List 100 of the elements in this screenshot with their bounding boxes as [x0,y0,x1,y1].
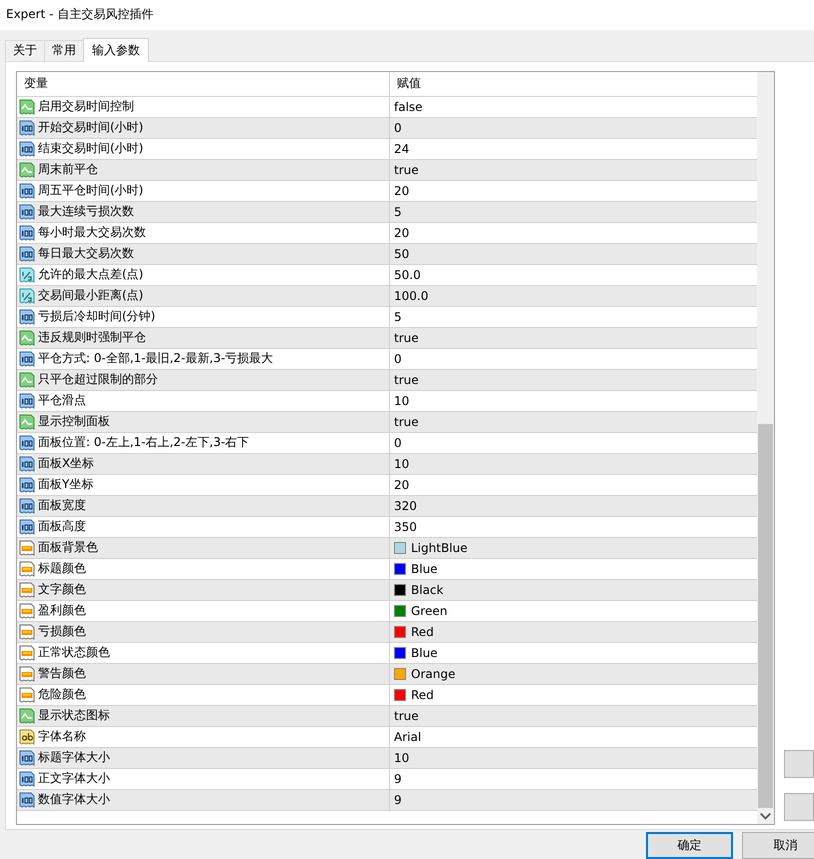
parameter-value[interactable]: true [394,708,419,723]
parameter-value[interactable]: 10 [394,394,410,408]
number-icon [19,792,35,808]
parameter-value[interactable]: 20 [394,226,410,240]
parameter-value[interactable]: 0 [394,352,402,366]
parameter-name: 危险颜色 [38,686,86,704]
parameter-name: 允许的最大点差(点) [38,266,144,284]
fraction-icon [19,288,35,304]
parameter-value[interactable]: Red [411,688,434,702]
window-title: Expert - 自主交易风控插件 [6,6,154,24]
chart-line-icon [19,708,35,724]
number-icon [19,350,35,367]
parameter-value[interactable]: Blue [411,562,438,576]
parameter-value[interactable]: 5 [394,310,402,324]
number-icon [19,518,35,535]
number-icon [19,392,35,409]
parameter-name: 数值字体大小 [38,791,110,808]
number-icon [19,182,35,199]
parameter-value[interactable]: Arial [394,730,422,744]
parameter-value[interactable]: true [394,330,419,345]
parameter-value[interactable]: true [394,372,419,387]
parameter-value[interactable]: 9 [394,792,402,807]
scrollbar-thumb[interactable] [758,424,773,808]
parameter-value[interactable]: Black [411,582,444,597]
parameter-name: 正常状态颜色 [38,644,110,662]
parameter-name: 开始交易时间(小时) [38,119,144,136]
parameter-value[interactable]: 10 [394,750,410,765]
number-icon [19,750,35,766]
parameter-name: 面板背景色 [38,539,98,556]
parameter-value[interactable]: 0 [394,120,402,135]
parameter-value[interactable]: 5 [394,204,402,219]
parameter-name: 每日最大交易次数 [38,245,134,262]
parameter-name: 周末前平仓 [38,161,98,178]
parameter-value[interactable]: false [394,100,423,114]
parameter-name: 违反规则时强制平仓 [38,329,146,346]
palette-icon [19,582,35,598]
parameter-value[interactable]: 24 [394,142,410,156]
chart-line-icon [19,372,35,388]
parameter-value[interactable]: 0 [394,436,402,450]
parameter-value[interactable]: Blue [411,646,438,660]
parameter-name: 平仓方式: 0-全部,1-最旧,2-最新,3-亏损最大 [38,350,274,368]
parameter-name: 标题字体大小 [38,749,110,766]
parameter-name: 亏损后冷却时间(分钟) [38,308,156,326]
parameter-name: 显示控制面板 [38,413,110,430]
parameter-value[interactable]: 350 [394,520,417,534]
parameter-value[interactable]: 20 [394,478,410,492]
parameter-value[interactable]: Orange [411,666,456,681]
side-button[interactable] [784,792,814,821]
number-icon [19,476,35,493]
parameter-name: 字体名称 [38,728,86,746]
tab[interactable]: 输入参数 [83,38,149,62]
parameter-name: 面板高度 [38,518,86,536]
number-icon [19,498,35,514]
parameter-value[interactable]: Green [411,604,448,618]
number-icon [19,204,35,220]
text-icon [19,728,35,745]
dialog-button[interactable]: 确定 [646,832,733,859]
number-icon [19,434,35,451]
parameter-name: 面板位置: 0-左上,1-右上,2-左下,3-右下 [38,434,250,452]
parameter-value[interactable]: true [394,162,419,177]
parameter-value[interactable]: Red [411,624,434,639]
parameter-name: 启用交易时间控制 [38,98,134,116]
parameter-name: 周五平仓时间(小时) [38,182,144,200]
parameter-value[interactable]: LightBlue [411,540,468,555]
chart-line-icon [19,414,35,430]
parameter-value[interactable]: 320 [394,498,417,513]
number-icon [19,224,35,241]
number-icon [19,456,35,472]
scrollbar[interactable] [757,72,774,824]
parameter-value[interactable]: 100.0 [394,288,428,303]
fraction-icon [19,266,35,283]
parameter-name: 正文字体大小 [38,770,110,788]
parameter-value[interactable]: 10 [394,456,410,471]
number-icon [19,140,35,157]
parameter-name: 警告颜色 [38,665,86,682]
parameter-value[interactable]: 9 [394,772,402,786]
parameter-name: 亏损颜色 [38,623,86,640]
chart-line-icon [19,162,35,178]
palette-icon [19,540,35,556]
column-header: 变量 [17,72,390,96]
parameter-value[interactable]: 50.0 [394,268,421,282]
parameter-value[interactable]: true [394,414,419,429]
parameter-name: 交易间最小距离(点) [38,287,144,304]
tab[interactable]: 关于 [5,40,45,61]
dialog-button[interactable]: 取消 [742,832,814,859]
parameter-name: 文字颜色 [38,581,86,598]
parameter-name: 每小时最大交易次数 [38,224,146,242]
palette-icon [19,666,35,682]
palette-icon [19,624,35,640]
parameter-name: 结束交易时间(小时) [38,140,144,158]
number-icon [19,770,35,787]
chart-line-icon [19,330,35,346]
parameter-name: 盈利颜色 [38,602,86,620]
parameter-name: 显示状态图标 [38,707,110,724]
parameter-value[interactable]: 50 [394,246,410,261]
column-header: 赋值 [396,75,422,92]
side-button[interactable] [784,750,814,778]
parameter-name: 只平仓超过限制的部分 [38,371,158,388]
parameter-name: 面板宽度 [38,497,86,514]
parameter-value[interactable]: 20 [394,184,410,198]
